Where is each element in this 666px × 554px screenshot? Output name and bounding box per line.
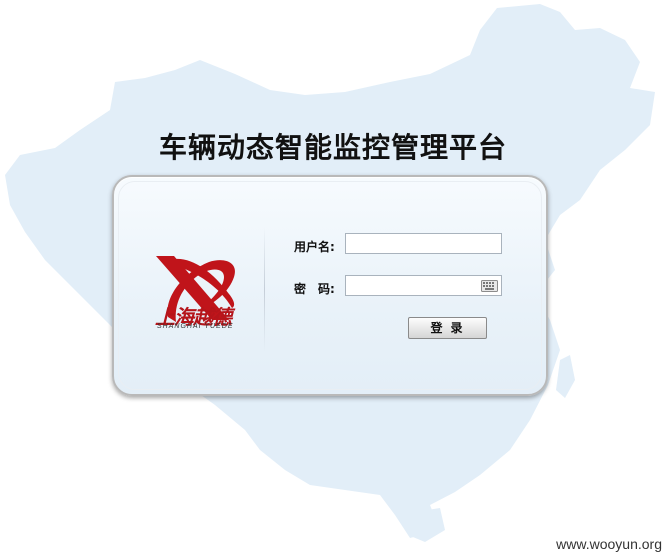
login-panel: 上海越德 SHANGHAI YUEDE 用户名: 密 码: 登录 xyxy=(112,175,548,396)
login-button[interactable]: 登录 xyxy=(408,317,487,339)
watermark-text: www.wooyun.org xyxy=(556,536,662,552)
keyboard-icon[interactable] xyxy=(481,280,498,292)
password-input[interactable] xyxy=(345,275,502,296)
password-label: 密 码: xyxy=(294,282,335,296)
logo-english-name: SHANGHAI YUEDE xyxy=(157,323,234,330)
panel-divider xyxy=(264,227,265,352)
username-input[interactable] xyxy=(345,233,502,254)
taiwan-island xyxy=(556,355,575,398)
username-label: 用户名: xyxy=(294,240,335,254)
page-title: 车辆动态智能监控管理平台 xyxy=(158,131,507,164)
